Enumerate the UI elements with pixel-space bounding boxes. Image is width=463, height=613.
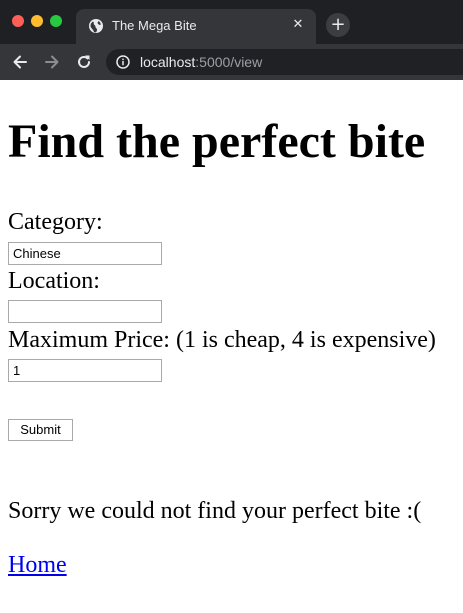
minimize-window-button[interactable] [31, 15, 43, 27]
location-input[interactable] [8, 300, 162, 323]
maximize-window-button[interactable] [50, 15, 62, 27]
reload-icon[interactable] [74, 52, 94, 72]
browser-window: The Mega Bite ✕ + localhost:5000/view Fi… [0, 0, 463, 613]
url-host: localhost [140, 54, 196, 70]
close-tab-icon[interactable]: ✕ [290, 17, 306, 33]
browser-titlebar: The Mega Bite ✕ + [0, 0, 463, 44]
forward-arrow-icon[interactable] [42, 52, 62, 72]
info-icon[interactable] [116, 55, 130, 69]
address-bar[interactable]: localhost:5000/view [106, 49, 463, 75]
url-path: :5000/view [195, 54, 263, 70]
home-link[interactable]: Home [8, 551, 67, 579]
tab-title: The Mega Bite [112, 18, 197, 33]
max-price-input[interactable] [8, 359, 162, 382]
category-input[interactable] [8, 242, 162, 265]
back-arrow-icon[interactable] [10, 52, 30, 72]
submit-button[interactable]: Submit [8, 419, 73, 441]
close-window-button[interactable] [12, 15, 24, 27]
max-price-label: Maximum Price: (1 is cheap, 4 is expensi… [8, 327, 436, 353]
page-content: Find the perfect bite Category: Location… [0, 80, 463, 613]
globe-icon [88, 18, 104, 34]
result-message: Sorry we could not find your perfect bit… [8, 498, 422, 524]
category-label: Category: [8, 209, 103, 235]
url-text: localhost:5000/view [140, 54, 262, 70]
location-label: Location: [8, 268, 100, 294]
browser-tab[interactable]: The Mega Bite ✕ [76, 9, 316, 44]
new-tab-button[interactable]: + [326, 13, 350, 37]
browser-toolbar: localhost:5000/view [0, 44, 463, 80]
page-title: Find the perfect bite [8, 115, 426, 168]
